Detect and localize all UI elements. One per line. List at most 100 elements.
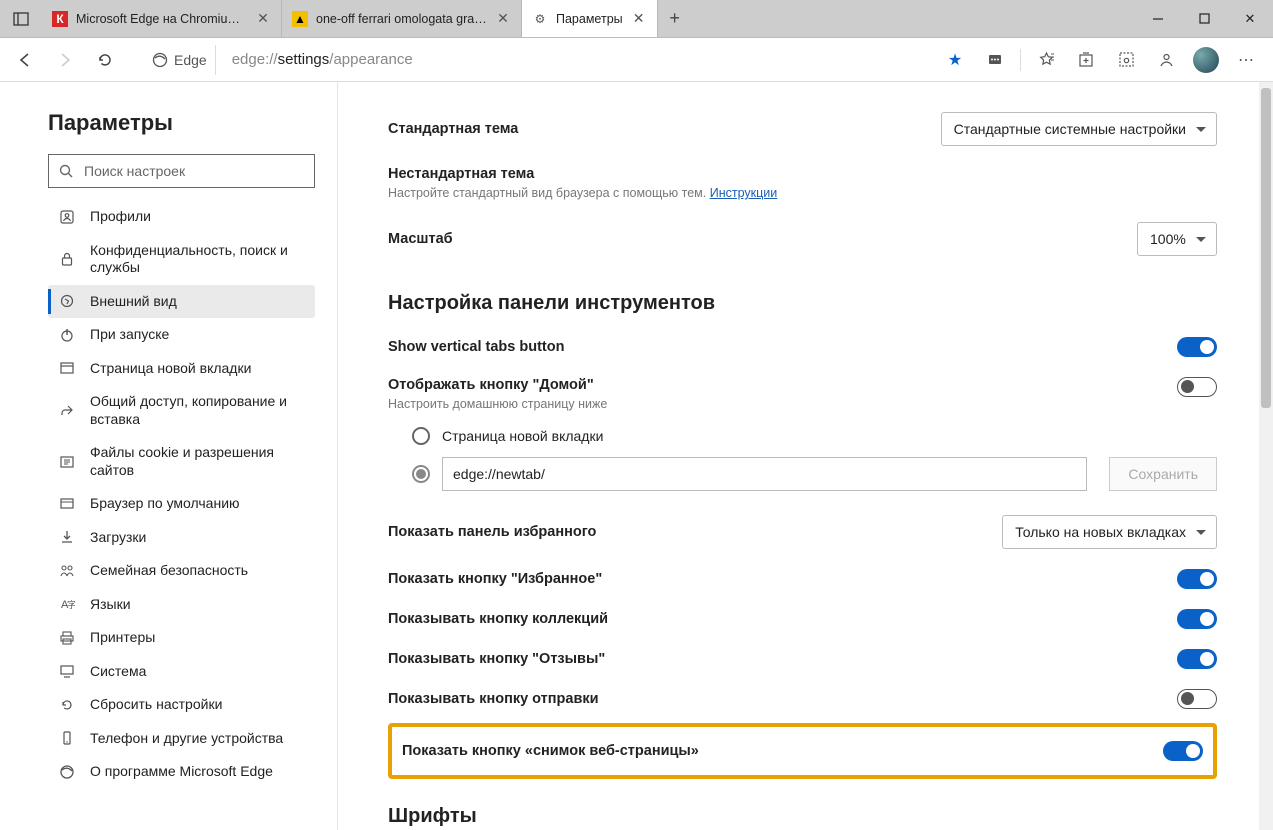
maximize-button[interactable] xyxy=(1181,0,1227,37)
sidebar-item-about[interactable]: О программе Microsoft Edge xyxy=(48,755,315,789)
refresh-button[interactable] xyxy=(88,43,122,77)
radio-icon xyxy=(412,427,430,445)
setting-standard-theme: Стандартная тема Стандартные системные н… xyxy=(388,102,1217,156)
sidebar-item-label: О программе Microsoft Edge xyxy=(90,763,273,781)
sidebar-item-phone[interactable]: Телефон и другие устройства xyxy=(48,722,315,756)
edge-icon xyxy=(152,52,168,68)
settings-main: Стандартная тема Стандартные системные н… xyxy=(338,82,1273,830)
new-tab-button[interactable]: + xyxy=(658,0,692,37)
setting-show-feedback: Показывать кнопку "Отзывы" xyxy=(388,639,1217,679)
home-button-toggle[interactable] xyxy=(1177,377,1217,397)
sidebar-item-label: Профили xyxy=(90,208,151,226)
home-url-input[interactable] xyxy=(442,457,1087,491)
about-icon xyxy=(58,764,76,780)
sidebar-item-appearance[interactable]: Внешний вид xyxy=(48,285,315,319)
forward-button[interactable] xyxy=(48,43,82,77)
site-identity[interactable]: Edge xyxy=(144,45,216,75)
printer-icon xyxy=(58,630,76,646)
newtab-icon xyxy=(58,360,76,376)
close-icon[interactable]: ✕ xyxy=(631,11,647,27)
sidebar-item-power[interactable]: При запуске xyxy=(48,318,315,352)
avatar[interactable] xyxy=(1187,43,1225,77)
sidebar-item-label: Браузер по умолчанию xyxy=(90,495,240,513)
fav-bar-dropdown[interactable]: Только на новых вкладках xyxy=(1002,515,1217,549)
sidebar-item-label: Загрузки xyxy=(90,529,146,547)
feedback-icon[interactable] xyxy=(976,43,1014,77)
show-feedback-toggle[interactable] xyxy=(1177,649,1217,669)
sidebar-item-label: Семейная безопасность xyxy=(90,562,248,580)
search-input[interactable]: Поиск настроек xyxy=(48,154,315,188)
lock-icon xyxy=(58,251,76,267)
gear-icon: ⚙ xyxy=(532,11,548,27)
tab-0[interactable]: К Microsoft Edge на Chromium – К ✕ xyxy=(42,0,282,37)
tab-title: one-off ferrari omologata grand xyxy=(316,12,487,26)
sidebar-item-label: Файлы cookie и разрешения сайтов xyxy=(90,444,305,479)
phone-icon xyxy=(58,730,76,746)
theme-instructions-link[interactable]: Инструкции xyxy=(710,186,778,200)
scrollbar-thumb[interactable] xyxy=(1261,88,1271,408)
sidebar-item-family[interactable]: Семейная безопасность xyxy=(48,554,315,588)
show-collections-toggle[interactable] xyxy=(1177,609,1217,629)
zoom-dropdown[interactable]: 100% xyxy=(1137,222,1217,256)
scrollbar[interactable] xyxy=(1259,82,1273,830)
setting-fav-bar: Показать панель избранного Только на нов… xyxy=(388,505,1217,559)
setting-show-collections: Показывать кнопку коллекций xyxy=(388,599,1217,639)
tab-1[interactable]: ▲ one-off ferrari omologata grand ✕ xyxy=(282,0,522,37)
sidebar-item-label: Телефон и другие устройства xyxy=(90,730,283,748)
svg-text:字: 字 xyxy=(67,599,75,610)
power-icon xyxy=(58,327,76,343)
standard-theme-dropdown[interactable]: Стандартные системные настройки xyxy=(941,112,1217,146)
identity-text: Edge xyxy=(174,52,207,68)
family-icon xyxy=(58,563,76,579)
collections-button[interactable] xyxy=(1067,43,1105,77)
address-bar[interactable]: edge://settings/appearance xyxy=(226,51,930,68)
sidebar-item-reset[interactable]: Сбросить настройки xyxy=(48,688,315,722)
sidebar-item-lock[interactable]: Конфиденциальность, поиск и службы xyxy=(48,234,315,285)
screenshot-button[interactable] xyxy=(1107,43,1145,77)
sidebar-item-label: Общий доступ, копирование и вставка xyxy=(90,393,305,428)
back-button[interactable] xyxy=(8,43,42,77)
search-icon xyxy=(59,164,74,179)
sidebar-item-newtab[interactable]: Страница новой вкладки xyxy=(48,352,315,386)
setting-home-button: Отображать кнопку "Домой" Настроить дома… xyxy=(388,367,1217,421)
minimize-button[interactable] xyxy=(1135,0,1181,37)
show-screenshot-toggle[interactable] xyxy=(1163,741,1203,761)
sidebar-item-default[interactable]: Браузер по умолчанию xyxy=(48,487,315,521)
setting-vertical-tabs: Show vertical tabs button xyxy=(388,327,1217,367)
home-radio-url[interactable]: Сохранить xyxy=(388,451,1217,497)
sidebar-item-share[interactable]: Общий доступ, копирование и вставка xyxy=(48,385,315,436)
show-share-toggle[interactable] xyxy=(1177,689,1217,709)
reset-icon xyxy=(58,697,76,713)
toolbar-section-title: Настройка панели инструментов xyxy=(388,292,1217,315)
fonts-section-title: Шрифты xyxy=(388,805,1217,828)
sidebar-item-lang[interactable]: A字Языки xyxy=(48,588,315,622)
system-icon xyxy=(58,663,76,679)
favorites-button[interactable] xyxy=(1027,43,1065,77)
sidebar-item-download[interactable]: Загрузки xyxy=(48,521,315,555)
more-menu-button[interactable]: ⋯ xyxy=(1227,43,1265,77)
close-icon[interactable]: ✕ xyxy=(495,11,511,27)
sidebar-item-user[interactable]: Профили xyxy=(48,200,315,234)
profile-menu-icon[interactable] xyxy=(1147,43,1185,77)
tab-2-active[interactable]: ⚙ Параметры ✕ xyxy=(522,0,658,37)
tab-actions-button[interactable] xyxy=(0,0,42,37)
tab-favicon: К xyxy=(52,11,68,27)
favorite-star-icon[interactable]: ★ xyxy=(936,43,974,77)
sidebar-item-cookie[interactable]: Файлы cookie и разрешения сайтов xyxy=(48,436,315,487)
show-fav-toggle[interactable] xyxy=(1177,569,1217,589)
share-icon xyxy=(58,403,76,419)
vertical-tabs-toggle[interactable] xyxy=(1177,337,1217,357)
close-window-button[interactable]: ✕ xyxy=(1227,0,1273,37)
tab-title: Microsoft Edge на Chromium – К xyxy=(76,12,247,26)
sidebar-item-system[interactable]: Система xyxy=(48,655,315,689)
settings-sidebar: Параметры Поиск настроек ПрофилиКонфиден… xyxy=(0,82,338,830)
tab-strip: К Microsoft Edge на Chromium – К ✕ ▲ one… xyxy=(0,0,1273,38)
home-save-button[interactable]: Сохранить xyxy=(1109,457,1217,491)
download-icon xyxy=(58,529,76,545)
home-radio-newtab[interactable]: Страница новой вкладки xyxy=(388,421,1217,451)
close-icon[interactable]: ✕ xyxy=(255,11,271,27)
sidebar-item-printer[interactable]: Принтеры xyxy=(48,621,315,655)
sidebar-item-label: Принтеры xyxy=(90,629,155,647)
sidebar-item-label: Внешний вид xyxy=(90,293,177,311)
tab-title: Параметры xyxy=(556,12,623,26)
